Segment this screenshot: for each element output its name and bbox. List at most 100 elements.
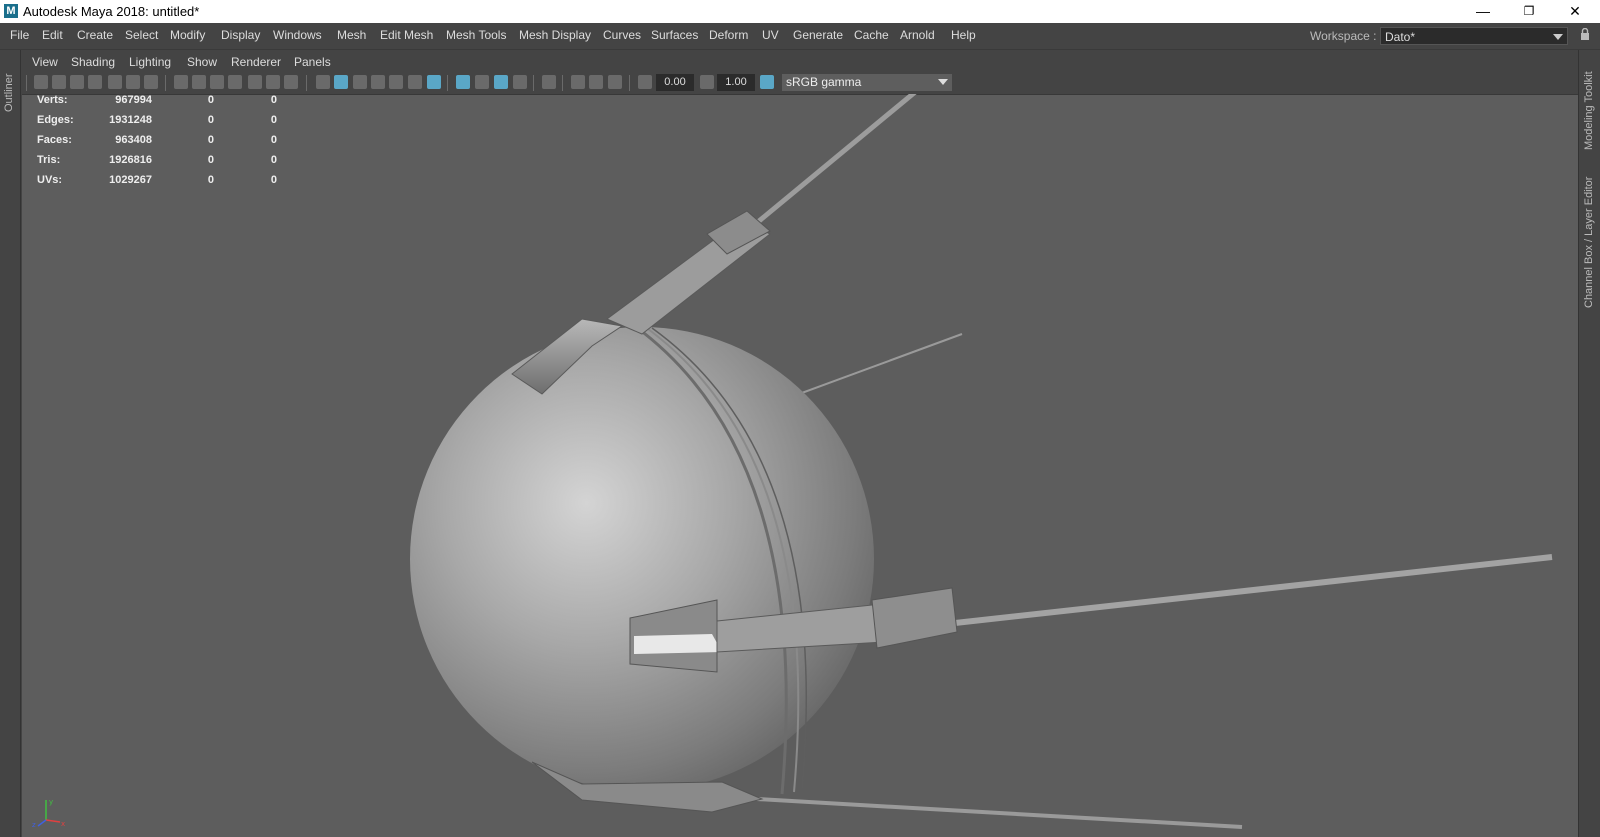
menu-mesh-tools[interactable]: Mesh Tools	[446, 28, 506, 42]
bookmark-icon[interactable]	[70, 75, 84, 89]
camera-select-icon[interactable]	[34, 75, 48, 89]
panel-menu-view[interactable]: View	[32, 55, 58, 69]
isolate-select-icon[interactable]	[542, 75, 556, 89]
panel-menu-panels[interactable]: Panels	[294, 55, 331, 69]
axis-x-label: x	[61, 820, 65, 828]
lock-icon[interactable]	[1580, 28, 1590, 40]
film-gate-icon[interactable]	[192, 75, 206, 89]
menu-select[interactable]: Select	[125, 28, 158, 42]
toolbar-separator	[447, 75, 448, 91]
hud-row: UVs: 1029267 0 0	[22, 174, 322, 194]
grid-icon[interactable]	[174, 75, 188, 89]
2d-pan-zoom-icon[interactable]	[108, 75, 122, 89]
camera-move-icon[interactable]	[144, 75, 158, 89]
resolution-gate-icon[interactable]	[210, 75, 224, 89]
menu-file[interactable]: File	[10, 28, 29, 42]
panel-menubar: View Shading Lighting Show Renderer Pane…	[22, 52, 1578, 72]
depth-of-field-icon[interactable]	[513, 75, 527, 89]
menu-create[interactable]: Create	[77, 28, 113, 42]
exposure-field[interactable]: 0.00	[656, 74, 694, 91]
menu-mesh-display[interactable]: Mesh Display	[519, 28, 591, 42]
hud-row: Tris: 1926816 0 0	[22, 154, 322, 174]
hud-value: 0	[207, 174, 214, 186]
xray-joints-icon[interactable]	[608, 75, 622, 89]
hud-value: 0	[207, 134, 214, 146]
workspace-value: Dato*	[1385, 30, 1416, 44]
antenna-bottom[interactable]	[721, 795, 1243, 829]
panel-toolbar: 0.00 1.00 sRGB gamma	[22, 72, 1578, 95]
menu-curves[interactable]: Curves	[603, 28, 641, 42]
menu-help[interactable]: Help	[951, 28, 976, 42]
viewport-canvas[interactable]	[22, 94, 1578, 837]
menu-generate[interactable]: Generate	[793, 28, 843, 42]
menu-mesh[interactable]: Mesh	[337, 28, 366, 42]
workspace-dropdown[interactable]: Dato*	[1380, 27, 1568, 45]
field-chart-icon[interactable]	[248, 75, 262, 89]
toolbar-separator	[306, 75, 307, 91]
hud-value: 1926816	[109, 154, 152, 166]
color-space-dropdown[interactable]: sRGB gamma	[782, 74, 952, 91]
hud-value: 1931248	[109, 114, 152, 126]
viewport-panel: View Shading Lighting Show Renderer Pane…	[22, 52, 1578, 837]
hud-row: Edges: 1931248 0 0	[22, 114, 322, 134]
gamma-field[interactable]: 1.00	[717, 74, 755, 91]
hud-value: 967994	[115, 94, 152, 106]
textured-icon[interactable]	[389, 75, 403, 89]
menu-arnold[interactable]: Arnold	[900, 28, 935, 42]
antenna-right[interactable]	[936, 554, 1553, 628]
close-button[interactable]: ✕	[1552, 0, 1598, 23]
hud-label: UVs:	[37, 174, 63, 186]
sputnik-model[interactable]	[410, 94, 1553, 829]
minimize-button[interactable]: —	[1460, 0, 1506, 23]
gate-mask-icon[interactable]	[228, 75, 242, 89]
color-space-value: sRGB gamma	[786, 75, 862, 89]
workspace-label: Workspace :	[1310, 29, 1377, 43]
shadows-icon[interactable]	[427, 75, 441, 89]
gamma-icon[interactable]	[700, 75, 714, 89]
menu-modify[interactable]: Modify	[170, 28, 205, 42]
panel-menu-shading[interactable]: Shading	[71, 55, 115, 69]
smooth-shade-icon[interactable]	[334, 75, 348, 89]
exposure-icon[interactable]	[638, 75, 652, 89]
menu-display[interactable]: Display	[221, 28, 260, 42]
panel-menu-renderer[interactable]: Renderer	[231, 55, 281, 69]
anti-aliasing-icon[interactable]	[494, 75, 508, 89]
menu-deform[interactable]: Deform	[709, 28, 748, 42]
window-titlebar: M Autodesk Maya 2018: untitled* — ❐ ✕	[0, 0, 1600, 23]
hud-label: Verts:	[37, 94, 68, 106]
outliner-tab[interactable]: Outliner	[0, 50, 21, 837]
wireframe-icon[interactable]	[316, 75, 330, 89]
hud-value: 0	[207, 114, 214, 126]
toolbar-separator	[533, 75, 534, 91]
menu-surfaces[interactable]: Surfaces	[651, 28, 698, 42]
sphere-body[interactable]	[410, 327, 874, 791]
default-material-icon[interactable]	[353, 75, 367, 89]
chevron-down-icon	[1553, 34, 1563, 40]
axis-z-label: z	[32, 821, 36, 828]
grease-pencil-icon[interactable]	[126, 75, 140, 89]
hud-row: Verts: 967994 0 0	[22, 94, 322, 114]
color-management-icon[interactable]	[760, 75, 774, 89]
hud-value: 0	[270, 134, 277, 146]
motion-blur-icon[interactable]	[475, 75, 489, 89]
restore-button[interactable]: ❐	[1506, 0, 1552, 23]
use-all-lights-icon[interactable]	[408, 75, 422, 89]
wireframe-on-shaded-icon[interactable]	[371, 75, 385, 89]
channel-box-tab[interactable]: Channel Box / Layer Editor	[1583, 177, 1595, 308]
menu-uv[interactable]: UV	[762, 28, 779, 42]
panel-menu-lighting[interactable]: Lighting	[129, 55, 171, 69]
xray-icon[interactable]	[571, 75, 585, 89]
camera-attributes-icon[interactable]	[52, 75, 66, 89]
antenna-upper-right[interactable]	[779, 333, 963, 402]
xray-active-components-icon[interactable]	[589, 75, 603, 89]
safe-action-icon[interactable]	[266, 75, 280, 89]
menu-windows[interactable]: Windows	[273, 28, 322, 42]
panel-menu-show[interactable]: Show	[187, 55, 217, 69]
safe-title-icon[interactable]	[284, 75, 298, 89]
image-plane-icon[interactable]	[88, 75, 102, 89]
modeling-toolkit-tab[interactable]: Modeling Toolkit	[1583, 71, 1595, 150]
menu-edit[interactable]: Edit	[42, 28, 63, 42]
screen-space-ao-icon[interactable]	[456, 75, 470, 89]
menu-cache[interactable]: Cache	[854, 28, 889, 42]
menu-edit-mesh[interactable]: Edit Mesh	[380, 28, 433, 42]
